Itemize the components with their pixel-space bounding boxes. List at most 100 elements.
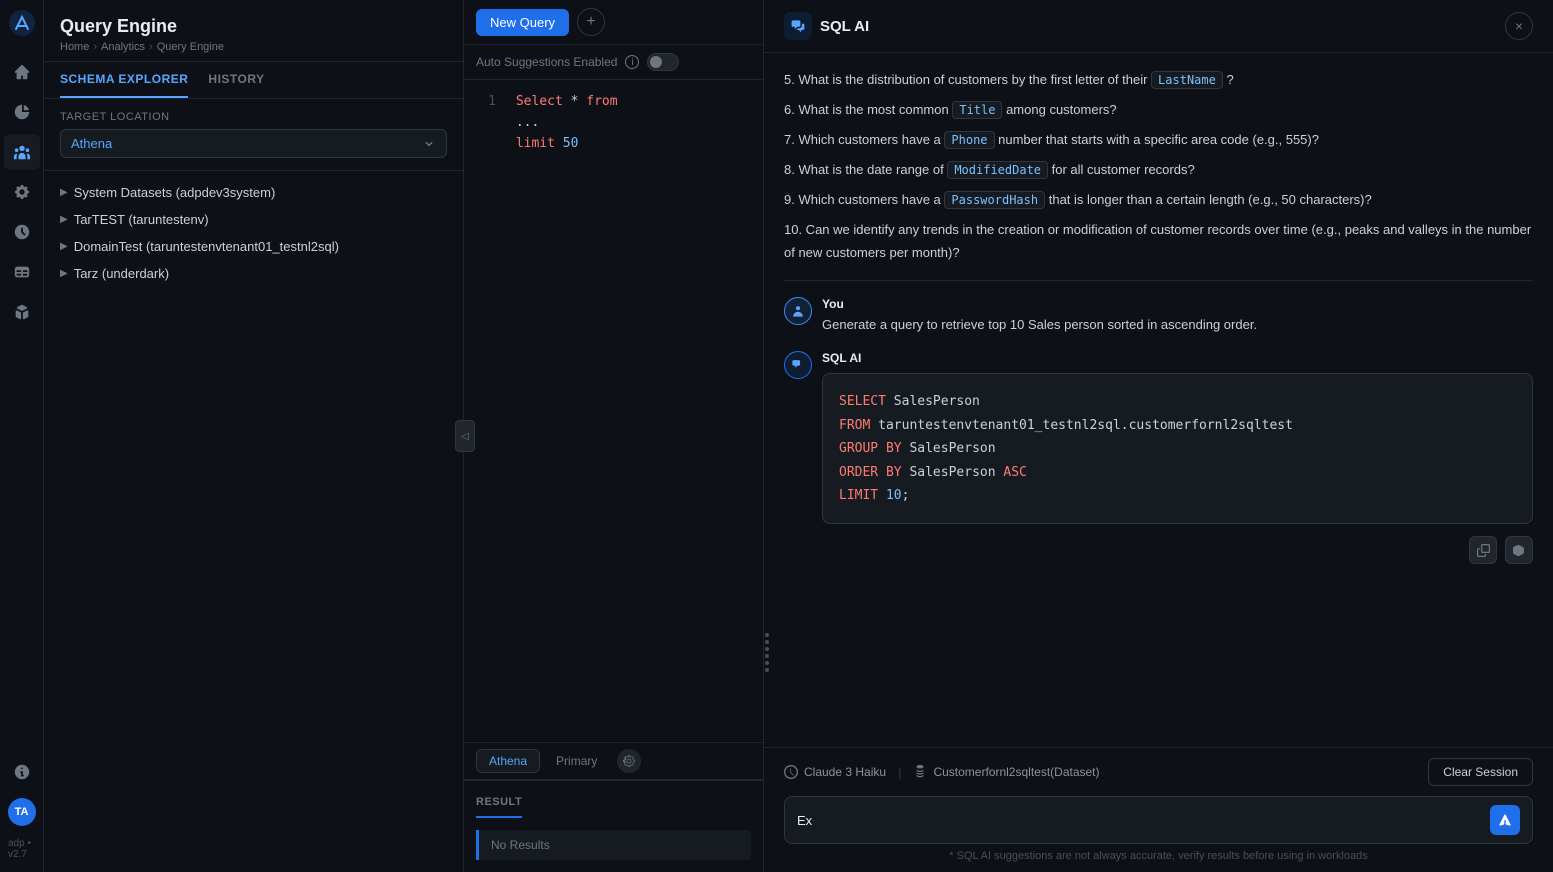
result-section: RESULT No Results: [464, 780, 763, 872]
box-icon[interactable]: [4, 294, 40, 330]
page-title: Query Engine: [60, 16, 447, 37]
result-label: RESULT: [476, 796, 522, 818]
tree-item-system-datasets[interactable]: ▶ System Datasets (adpdev3system): [44, 179, 463, 206]
copy-code-button[interactable]: [1469, 536, 1497, 564]
tree-item-label: DomainTest (taruntestenvtenant01_testnl2…: [74, 239, 339, 254]
dataset-badge: Customerfornl2sqltest(Dataset): [913, 765, 1099, 779]
code-line-1: 1 Select * from: [476, 92, 751, 113]
model-badge: Claude 3 Haiku: [784, 765, 886, 779]
tab-history[interactable]: HISTORY: [208, 62, 264, 98]
engine-settings-button[interactable]: [617, 749, 641, 773]
resize-handle[interactable]: [765, 633, 769, 672]
auto-suggestions-info-icon[interactable]: i: [625, 55, 639, 69]
activity-icon[interactable]: [4, 214, 40, 250]
query-editor[interactable]: 1 Select * from ... limit 50: [464, 80, 763, 742]
table-icon[interactable]: [4, 254, 40, 290]
dot: [765, 633, 769, 637]
dot: [765, 661, 769, 665]
sql-ai-title-text: SQL AI: [820, 18, 869, 35]
tree-item-domaintest[interactable]: ▶ DomainTest (taruntestenvtenant01_testn…: [44, 233, 463, 260]
code-inline-phone: Phone: [944, 131, 994, 149]
question-8: 8. What is the date range of ModifiedDat…: [784, 159, 1533, 181]
question-9: 9. Which customers have a PasswordHash t…: [784, 189, 1533, 211]
user-avatar[interactable]: TA: [8, 798, 36, 826]
question-6: 6. What is the most common Title among c…: [784, 99, 1533, 121]
question-7: 7. Which customers have a Phone number t…: [784, 129, 1533, 151]
user-name: You: [822, 297, 1257, 311]
user-message: You Generate a query to retrieve top 10 …: [784, 297, 1533, 336]
line-number: 1: [476, 92, 496, 113]
user-message-text: Generate a query to retrieve top 10 Sale…: [822, 315, 1257, 336]
avatar[interactable]: TA: [4, 794, 40, 830]
dot: [765, 640, 769, 644]
chat-meta: Claude 3 Haiku | Customerfornl2sqltest(D…: [784, 758, 1533, 786]
code-line-2: ...: [476, 113, 751, 134]
analytics-icon[interactable]: [4, 94, 40, 130]
auto-suggestions-label: Auto Suggestions Enabled: [476, 55, 617, 69]
ai-response-name: SQL AI: [822, 351, 1533, 365]
info-icon[interactable]: [4, 754, 40, 790]
auto-suggestions-toggle[interactable]: [647, 53, 679, 71]
clear-session-button[interactable]: Clear Session: [1428, 758, 1533, 786]
meta-divider: |: [898, 765, 901, 780]
dataset-icon: [913, 765, 927, 779]
toggle-thumb: [650, 56, 662, 68]
close-sql-ai-button[interactable]: ×: [1505, 12, 1533, 40]
send-icon: [1498, 813, 1512, 827]
tree-arrow: ▶: [60, 214, 68, 225]
model-name: Claude 3 Haiku: [804, 765, 886, 779]
disclaimer: * SQL AI suggestions are not always accu…: [784, 850, 1533, 862]
engine-tab-primary[interactable]: Primary: [544, 750, 609, 772]
add-query-tab-button[interactable]: +: [577, 8, 605, 36]
tab-schema-explorer[interactable]: SCHEMA EXPLORER: [60, 62, 188, 98]
chat-input-row: [784, 796, 1533, 844]
middle-panel: New Query + Auto Suggestions Enabled i 1…: [464, 0, 764, 872]
dot: [765, 654, 769, 658]
dot: [765, 668, 769, 672]
send-message-button[interactable]: [1490, 805, 1520, 835]
code-block-actions: [822, 536, 1533, 564]
tree-item-tartest[interactable]: ▶ TarTEST (taruntestenv): [44, 206, 463, 233]
tree-arrow: ▶: [60, 187, 68, 198]
schema-tree: ▶ System Datasets (adpdev3system) ▶ TarT…: [44, 171, 463, 872]
ai-response: SQL AI SELECT SalesPerson FROM taruntest…: [784, 351, 1533, 564]
users-icon[interactable]: [4, 134, 40, 170]
breadcrumb-analytics[interactable]: Analytics: [101, 41, 145, 53]
new-query-tab[interactable]: New Query: [476, 9, 569, 36]
app-logo: [7, 8, 37, 38]
target-location: Target Location Athena: [44, 99, 463, 171]
breadcrumb-home[interactable]: Home: [60, 41, 89, 53]
code-line-group: GROUP BY SalesPerson: [839, 437, 1516, 460]
home-icon[interactable]: [4, 54, 40, 90]
code-inline-passwordhash: PasswordHash: [944, 191, 1045, 209]
auto-suggestions-row: Auto Suggestions Enabled i: [464, 45, 763, 80]
collapse-panel-button[interactable]: ◁: [455, 420, 475, 452]
engine-tab-athena[interactable]: Athena: [476, 749, 540, 773]
engine-tabs: Athena Primary: [464, 742, 763, 780]
target-location-select[interactable]: Athena: [60, 129, 447, 158]
target-location-label: Target Location: [60, 111, 447, 123]
page-header: Query Engine Home › Analytics › Query En…: [44, 0, 463, 62]
main-content: Query Engine Home › Analytics › Query En…: [44, 0, 1553, 872]
divider: [784, 280, 1533, 281]
user-avatar-icon: [784, 297, 812, 325]
settings-icon[interactable]: [4, 174, 40, 210]
code-inline-title: Title: [952, 101, 1002, 119]
chat-messages[interactable]: 5. What is the distribution of customers…: [764, 53, 1553, 747]
sql-ai-icon: [784, 12, 812, 40]
code-line-3: limit 50: [476, 134, 751, 155]
code-inline-modifieddate: ModifiedDate: [947, 161, 1048, 179]
question-5: 5. What is the distribution of customers…: [784, 69, 1533, 91]
model-icon: [784, 765, 798, 779]
schema-tabs: SCHEMA EXPLORER HISTORY: [44, 62, 463, 99]
chat-input[interactable]: [797, 813, 1482, 828]
breadcrumb-current: Query Engine: [157, 41, 224, 53]
code-line-from: FROM taruntestenvtenant01_testnl2sql.cus…: [839, 414, 1516, 437]
code-line-limit: LIMIT 10;: [839, 484, 1516, 507]
run-code-button[interactable]: [1505, 536, 1533, 564]
icon-sidebar: TA adp • v2.7: [0, 0, 44, 872]
tree-item-label: TarTEST (taruntestenv): [74, 212, 209, 227]
breadcrumb-sep1: ›: [93, 41, 97, 53]
tree-arrow: ▶: [60, 268, 68, 279]
tree-item-tarz[interactable]: ▶ Tarz (underdark): [44, 260, 463, 287]
